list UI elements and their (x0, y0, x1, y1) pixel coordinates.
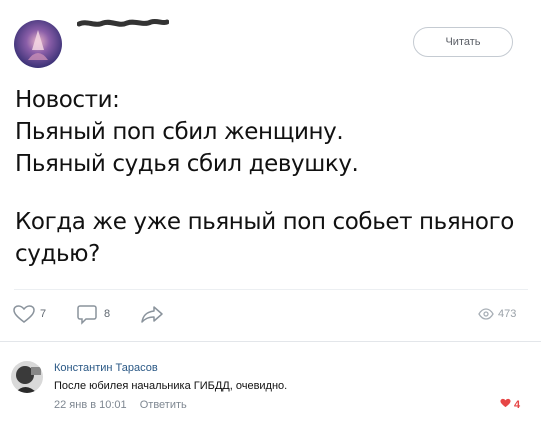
comment-author-avatar[interactable] (11, 361, 43, 393)
post-text-line: судью? (15, 241, 100, 267)
post-text-line: Новости: (15, 87, 120, 113)
eye-icon (478, 308, 494, 320)
comment-like-count: 4 (514, 398, 521, 411)
heart-filled-icon (500, 398, 511, 411)
share-button[interactable] (140, 302, 164, 326)
post-card: Читать Новости: Пьяный поп сбил женщину.… (0, 0, 541, 421)
post-text: Новости: Пьяный поп сбил женщину. Пьяный… (15, 84, 525, 270)
like-button[interactable]: 7 (12, 302, 46, 326)
comment-icon (76, 303, 98, 325)
comment-text: После юбилея начальника ГИБДД, очевидно. (54, 380, 288, 392)
divider (0, 341, 541, 342)
divider (14, 289, 528, 290)
comment-like-button[interactable]: 4 (500, 398, 520, 411)
comment-author-name[interactable]: Константин Тарасов (54, 362, 158, 374)
comment-meta: 22 янв в 10:01 Ответить (54, 399, 187, 411)
post-text-line: Пьяный судья сбил девушку. (15, 151, 359, 177)
comment-count: 8 (104, 308, 111, 320)
post-text-line: Пьяный поп сбил женщину. (15, 119, 344, 145)
read-button[interactable]: Читать (413, 27, 513, 57)
comment-timestamp[interactable]: 22 янв в 10:01 (54, 399, 127, 411)
views-counter: 473 (478, 302, 516, 326)
views-count: 473 (498, 308, 517, 320)
author-name-redacted[interactable] (77, 17, 169, 29)
share-icon (140, 304, 164, 324)
like-count: 7 (40, 308, 47, 320)
comment-button[interactable]: 8 (76, 302, 110, 326)
reply-link[interactable]: Ответить (140, 399, 187, 411)
post-text-line: Когда же уже пьяный поп собьет пьяного (15, 209, 514, 235)
heart-icon (12, 304, 36, 324)
author-avatar[interactable] (14, 20, 62, 68)
post-actions: 7 8 473 (0, 302, 541, 326)
